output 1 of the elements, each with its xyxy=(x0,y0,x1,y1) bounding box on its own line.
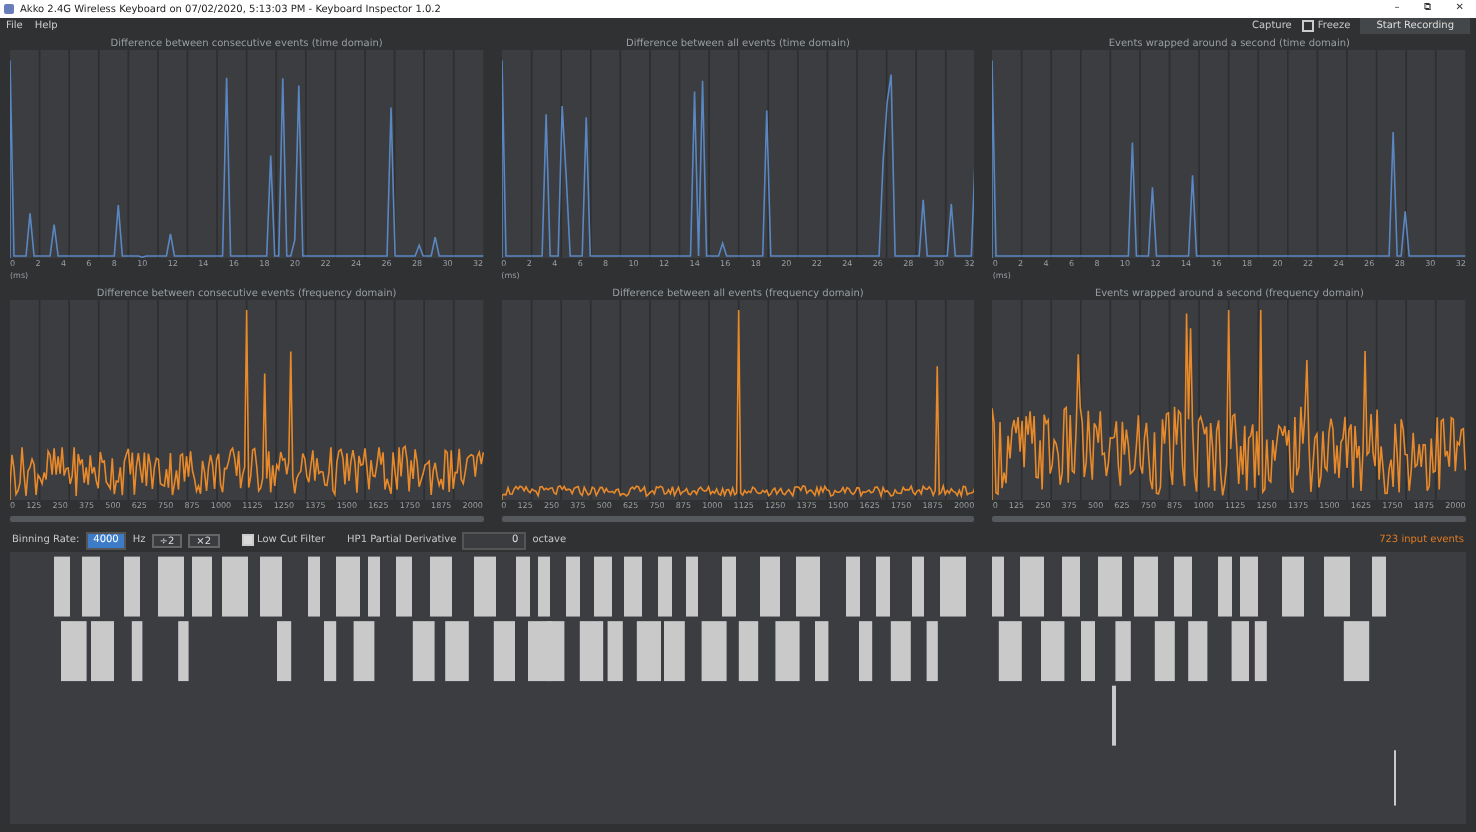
app-icon xyxy=(4,4,14,14)
